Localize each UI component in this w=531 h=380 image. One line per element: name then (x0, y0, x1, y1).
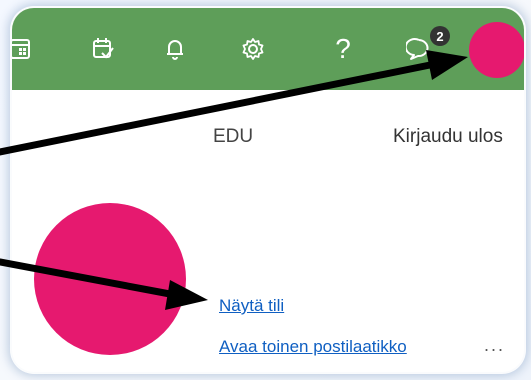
profile-avatar (34, 203, 186, 355)
account-flyout-card: ? 2 EDU Kirjaudu ulos Näytä tili Avaa to… (12, 8, 524, 372)
chat-badge: 2 (430, 26, 450, 46)
bell-icon[interactable] (160, 34, 190, 64)
more-options-button[interactable]: ... (484, 335, 505, 356)
tasks-icon[interactable] (88, 34, 118, 64)
account-avatar-button[interactable] (469, 22, 524, 78)
view-account-link[interactable]: Näytä tili (219, 296, 284, 316)
gear-icon[interactable] (238, 34, 268, 64)
sign-out-link[interactable]: Kirjaudu ulos (393, 126, 503, 148)
page: ? 2 EDU Kirjaudu ulos Näytä tili Avaa to… (0, 0, 531, 380)
calendar-icon[interactable] (12, 34, 36, 64)
header-bar: ? 2 (12, 8, 524, 90)
organization-name: EDU (213, 126, 254, 147)
help-icon[interactable]: ? (328, 33, 358, 64)
open-another-mailbox-link[interactable]: Avaa toinen postilaatikko (219, 337, 407, 357)
help-glyph: ? (335, 33, 351, 64)
